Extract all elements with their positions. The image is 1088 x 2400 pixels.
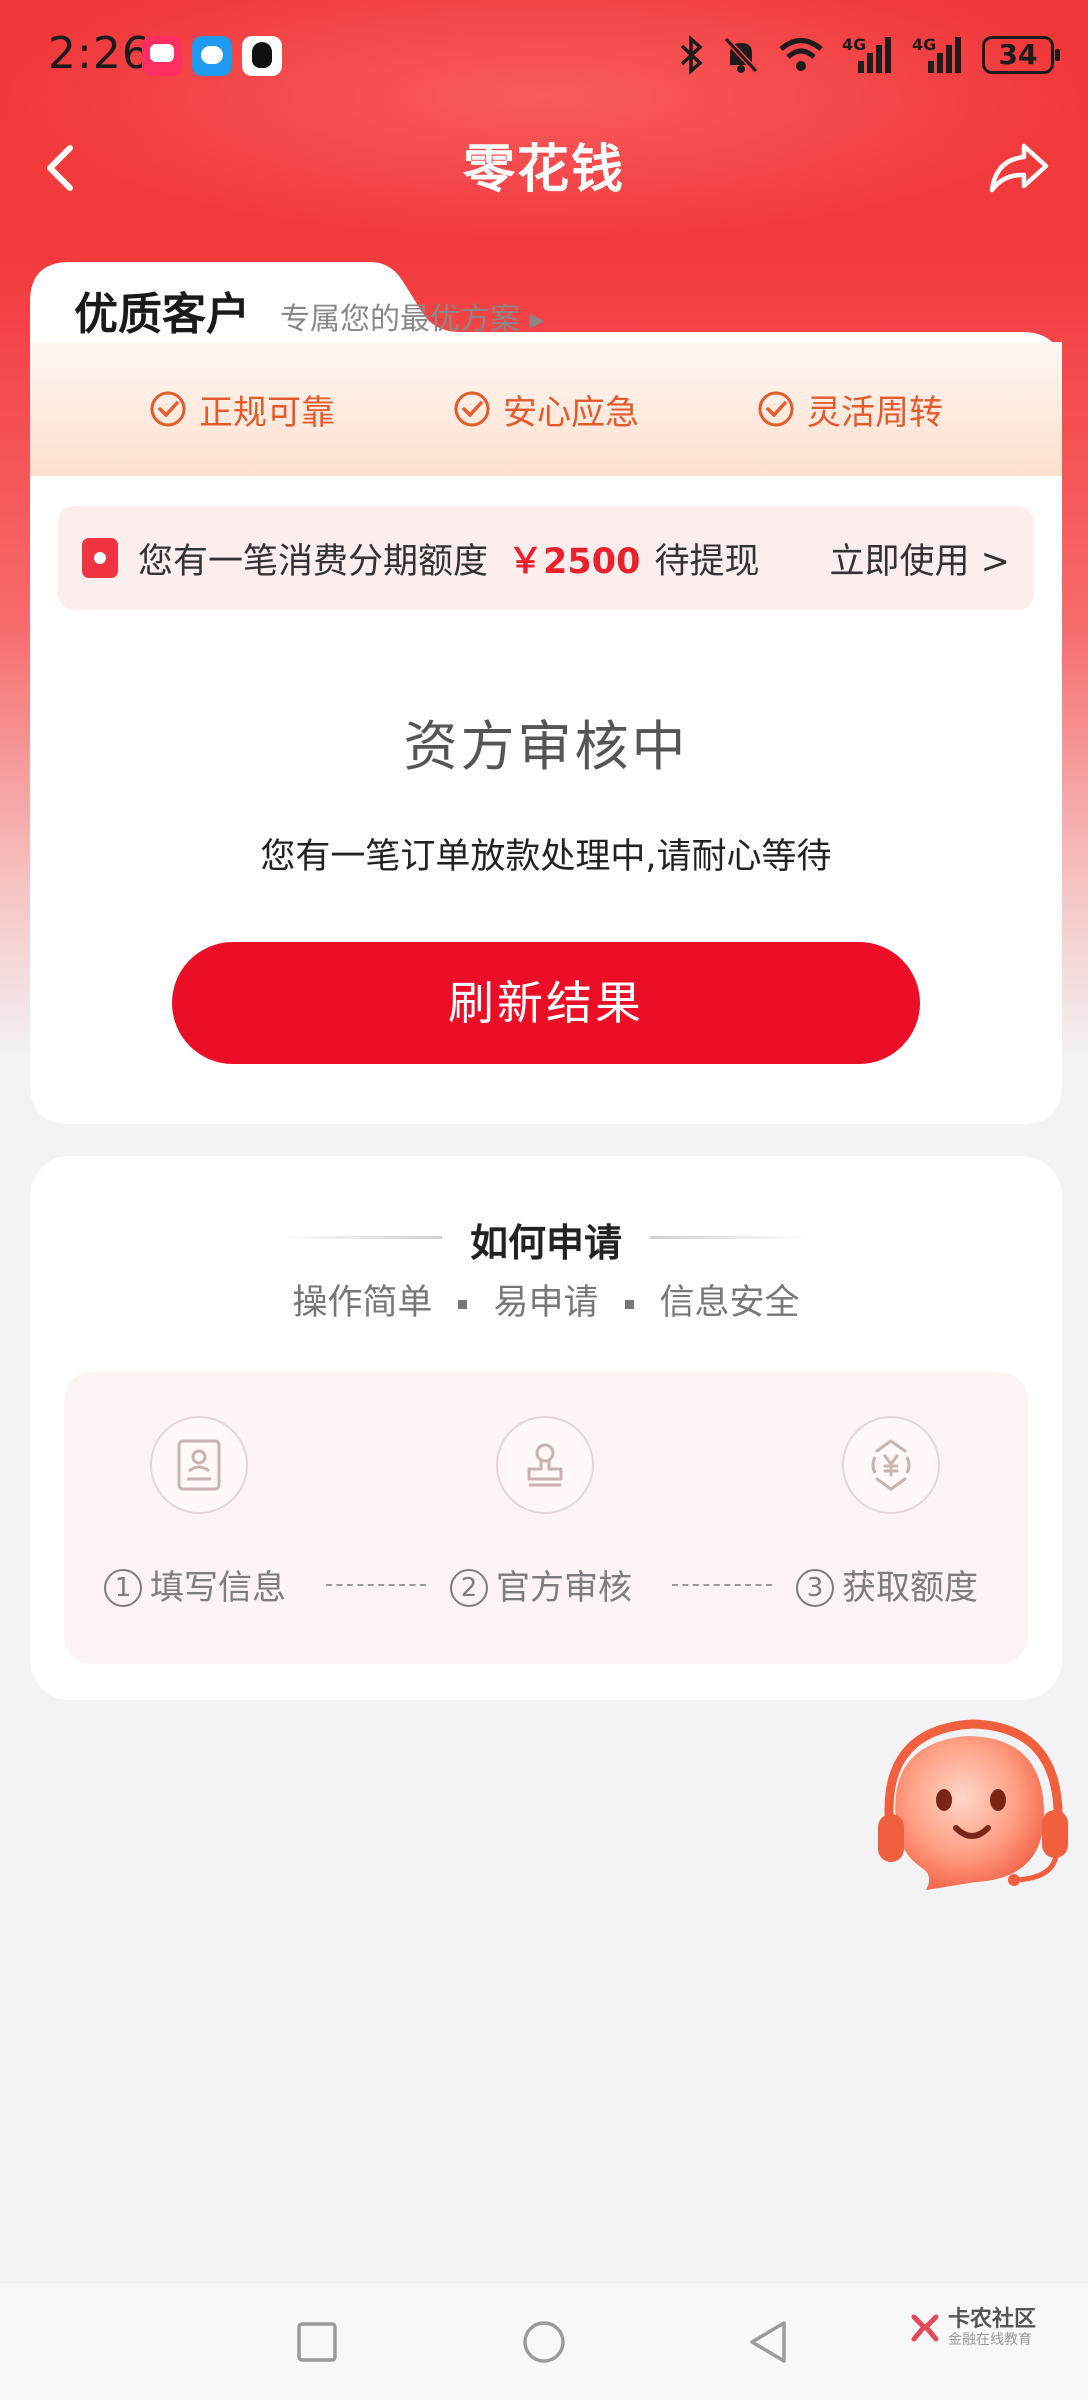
steps-panel: 1 填写信息 2 官方审核 3 获取额度 bbox=[64, 1372, 1028, 1664]
refresh-result-button[interactable]: 刷新结果 bbox=[172, 942, 920, 1064]
watermark-subtitle: 金融在线教育 bbox=[948, 2332, 1032, 2348]
check-circle-icon bbox=[454, 391, 490, 427]
kanong-logo-icon bbox=[911, 2314, 939, 2342]
message-app-icon bbox=[192, 36, 232, 76]
how-to-apply-card: 如何申请 操作简单 易申请 信息安全 1 填写信息 2 官方审核 3 获取额度 bbox=[30, 1156, 1062, 1700]
step-label: 3 获取额度 bbox=[796, 1560, 978, 1609]
form-icon bbox=[150, 1416, 248, 1514]
application-status-card: 优质客户 专属您的最优方案 ▸ 正规可靠 安心应急 灵活周转 您有一笔消费分期额… bbox=[30, 262, 1062, 1124]
feature-label: 正规可靠 bbox=[199, 392, 335, 433]
feature-item: 灵活周转 bbox=[757, 385, 943, 434]
feature-item: 安心应急 bbox=[453, 385, 639, 434]
feature-list: 正规可靠 安心应急 灵活周转 bbox=[30, 342, 1062, 476]
vip-title: 优质客户 bbox=[74, 289, 250, 340]
how-to-apply-title: 如何申请 bbox=[469, 1221, 622, 1265]
share-icon bbox=[989, 143, 1049, 193]
signal-icon: 4G bbox=[912, 35, 964, 75]
page-title: 零花钱 bbox=[462, 140, 625, 200]
customer-service-mascot-icon bbox=[878, 1719, 1068, 1890]
watermark-title: 卡农社区 bbox=[948, 2307, 1037, 2332]
step-connector bbox=[672, 1584, 772, 1586]
signal-icon: 4G bbox=[842, 35, 894, 75]
mute-icon bbox=[723, 36, 759, 74]
promo-suffix: 待提现 bbox=[654, 541, 760, 582]
step-label: 1 填写信息 bbox=[104, 1560, 286, 1609]
review-status-title: 资方审核中 bbox=[403, 715, 689, 778]
credit-promo-banner[interactable]: 您有一笔消费分期额度 ￥2500 待提现 立即使用 > bbox=[58, 506, 1034, 610]
step-connector bbox=[326, 1584, 426, 1586]
back-nav-button[interactable] bbox=[744, 2317, 794, 2367]
qq-app-icon bbox=[242, 36, 282, 76]
chevron-left-icon bbox=[47, 145, 73, 191]
promo-amount: ￥2500 bbox=[508, 541, 641, 582]
wallet-icon bbox=[82, 538, 118, 578]
feature-item: 正规可靠 bbox=[149, 385, 335, 434]
tag: 操作简单 bbox=[292, 1283, 433, 1323]
separator-dot bbox=[458, 1299, 468, 1309]
navigation-bar: 零花钱 bbox=[0, 110, 1088, 230]
yuan-icon bbox=[842, 1416, 940, 1514]
feature-label: 安心应急 bbox=[503, 392, 639, 433]
wifi-icon bbox=[779, 38, 823, 71]
share-button[interactable] bbox=[984, 132, 1054, 202]
review-status-desc: 您有一笔订单放款处理中,请耐心等待 bbox=[260, 837, 832, 877]
vip-subtitle[interactable]: 专属您的最优方案 ▸ bbox=[280, 294, 545, 338]
tag: 易申请 bbox=[493, 1283, 599, 1323]
status-time: 2:26 bbox=[48, 28, 151, 79]
home-button[interactable] bbox=[518, 2317, 570, 2367]
tag: 信息安全 bbox=[659, 1283, 800, 1323]
status-bar: 2:26 4G 4G 34 bbox=[0, 0, 1088, 110]
check-circle-icon bbox=[758, 391, 794, 427]
stamp-icon bbox=[496, 1416, 594, 1514]
watermark: 卡农社区 金融在线教育 bbox=[908, 2308, 1036, 2348]
recent-apps-button[interactable] bbox=[292, 2317, 342, 2367]
separator-dot bbox=[624, 1299, 634, 1309]
check-circle-icon bbox=[150, 391, 186, 427]
how-to-apply-tags: 操作简单 易申请 信息安全 bbox=[30, 1274, 1062, 1325]
back-button[interactable] bbox=[30, 132, 100, 202]
bluetooth-icon bbox=[680, 35, 703, 75]
step-label: 2 官方审核 bbox=[450, 1560, 632, 1609]
promo-text: 您有一笔消费分期额度 bbox=[138, 541, 489, 582]
battery-icon: 34 bbox=[982, 36, 1060, 74]
use-now-link[interactable]: 立即使用 > bbox=[830, 533, 1010, 584]
feature-label: 灵活周转 bbox=[807, 392, 943, 433]
app-notification-icon bbox=[142, 36, 182, 76]
customer-service-button[interactable] bbox=[866, 1710, 1082, 1900]
divider bbox=[650, 1236, 810, 1239]
system-icons: 4G 4G 34 bbox=[678, 30, 1060, 80]
